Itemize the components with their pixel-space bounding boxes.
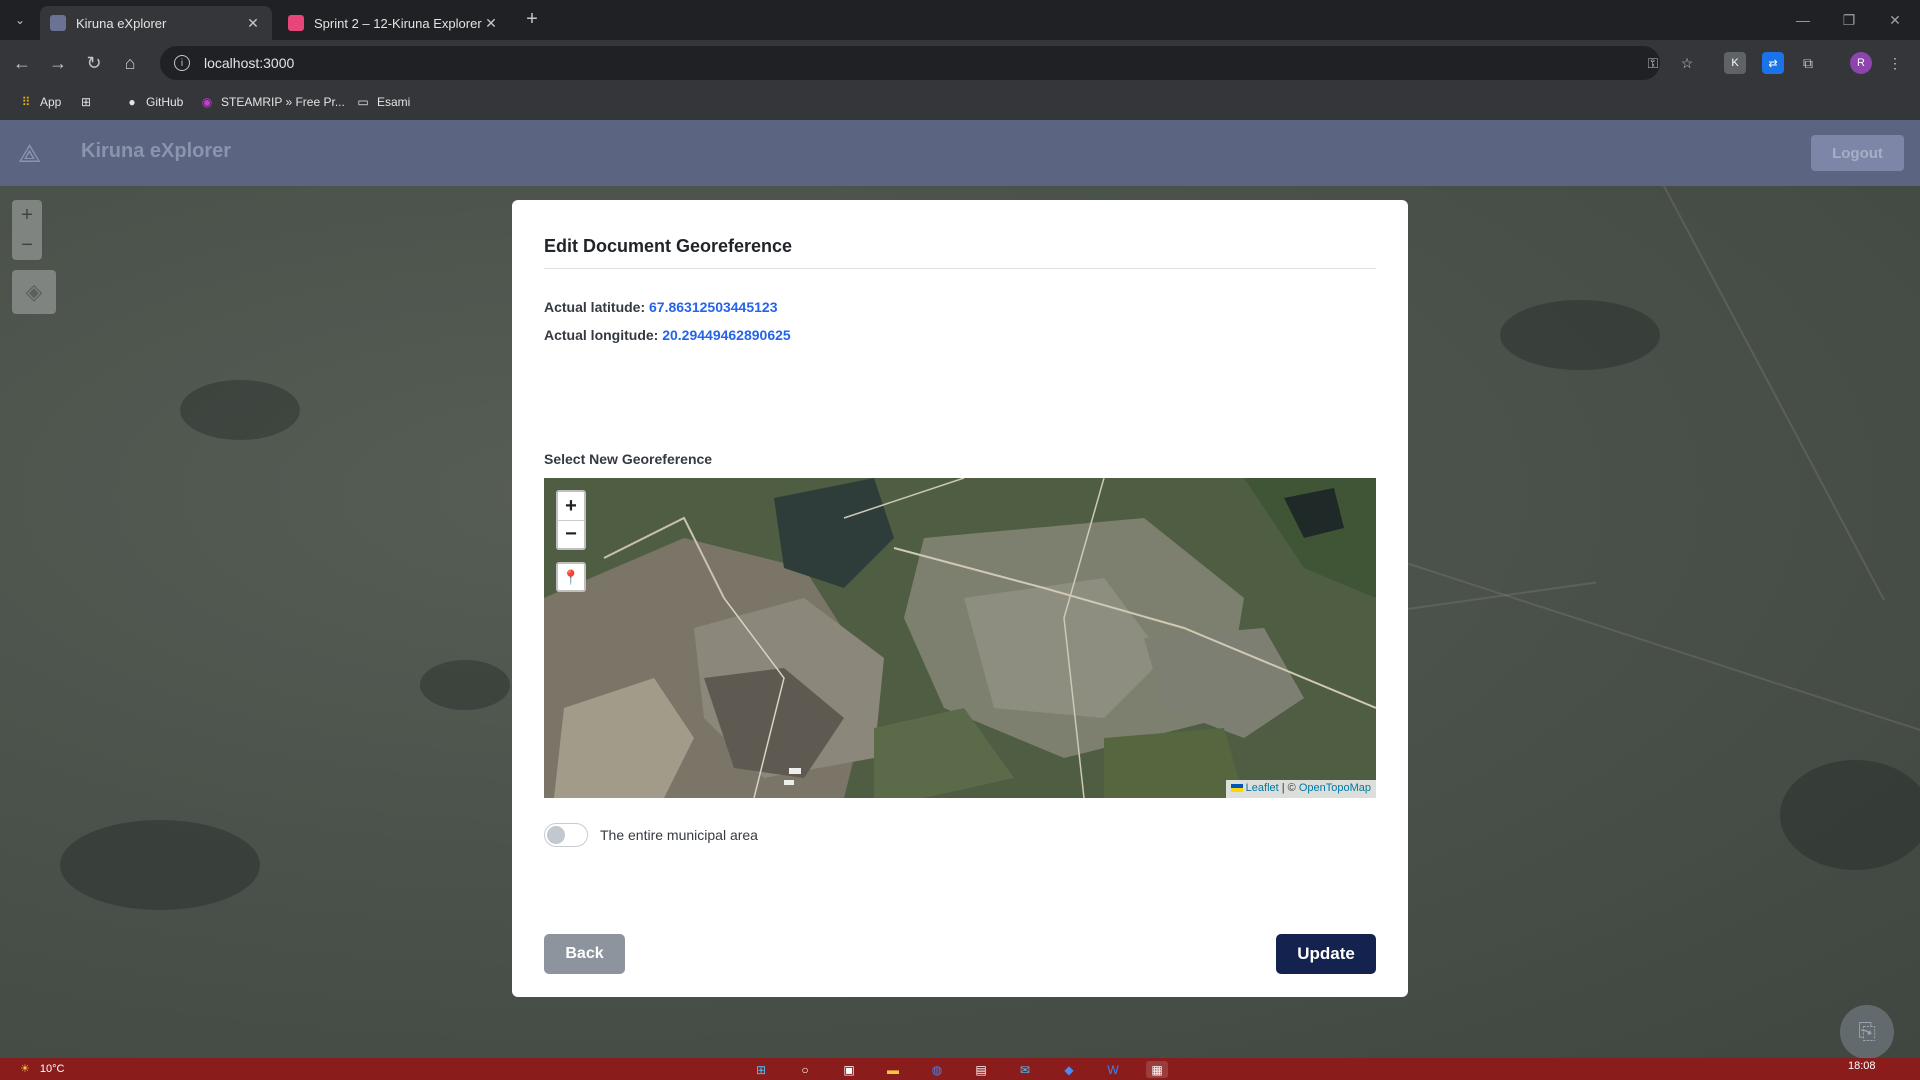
extension-translate-icon[interactable]: ⇄ <box>1762 52 1784 74</box>
new-tab-icon[interactable]: + <box>520 8 544 32</box>
map-zoom-control: + − <box>556 490 586 550</box>
bookmark-label: App <box>40 95 62 109</box>
close-tab-icon[interactable]: ✕ <box>244 15 262 32</box>
chrome-icon[interactable]: ◍ <box>926 1061 948 1078</box>
actual-longitude: Actual longitude: 20.29449462890625 <box>544 327 791 343</box>
word-icon[interactable]: W <box>1102 1061 1124 1078</box>
ukraine-flag-icon <box>1230 784 1243 793</box>
start-icon[interactable]: ⊞ <box>750 1061 772 1078</box>
municipal-area-toggle[interactable] <box>544 823 588 847</box>
municipal-area-label: The entire municipal area <box>600 827 758 843</box>
zoom-in-icon[interactable]: + <box>12 200 42 230</box>
windows-taskbar: ☀ 10°C ⊞ ○ ▣ ▬ ◍ ▤ ✉ ◆ W ▦ 18:08 <box>0 1058 1920 1080</box>
zoom-out-icon[interactable]: − <box>12 230 42 260</box>
toggle-knob <box>547 826 565 844</box>
figma-favicon-icon <box>288 15 304 31</box>
map-attribution: Leaflet | © OpenTopoMap <box>1225 780 1376 798</box>
tab-search-icon[interactable]: ⌄ <box>8 8 32 32</box>
modal-title: Edit Document Georeference <box>544 236 793 256</box>
map-marker-icon[interactable]: 📍 <box>556 562 586 592</box>
bookmark-label: GitHub <box>146 95 184 109</box>
back-button[interactable]: Back <box>544 934 625 974</box>
browser-tabstrip: ⌄ Kiruna eXplorer ✕ Sprint 2 – 12-Kiruna… <box>0 0 1920 40</box>
extensions-puzzle-icon[interactable]: ⧉ <box>1797 52 1819 74</box>
leaflet-link[interactable]: Leaflet <box>1246 782 1279 794</box>
address-bar[interactable]: i localhost:3000 <box>160 46 1660 80</box>
active-app-icon[interactable]: ▦ <box>1146 1061 1168 1078</box>
tab-kiruna-explorer[interactable]: Kiruna eXplorer ✕ <box>40 6 272 40</box>
reload-icon[interactable]: ↻ <box>79 48 109 78</box>
latitude-value: 67.86312503445123 <box>649 299 778 315</box>
home-icon[interactable]: ⌂ <box>115 48 145 78</box>
longitude-value: 20.29449462890625 <box>662 327 791 343</box>
background-zoom-control: + − <box>12 200 42 260</box>
back-arrow-icon[interactable]: ← <box>7 48 37 78</box>
profile-avatar[interactable]: R <box>1850 52 1872 74</box>
georeference-map[interactable]: + − 📍 Leaflet | © OpenTopoMap <box>544 478 1376 798</box>
file-explorer-icon[interactable]: ▬ <box>882 1061 904 1078</box>
actual-latitude: Actual latitude: 67.86312503445123 <box>544 299 777 315</box>
site-info-icon[interactable]: i <box>174 55 190 71</box>
weather-sun-icon: ☀ <box>20 1063 30 1075</box>
update-button[interactable]: Update <box>1276 934 1376 974</box>
temperature: 10°C <box>39 1062 65 1075</box>
store-icon[interactable]: ▤ <box>970 1061 992 1078</box>
map-zoom-out-button[interactable]: − <box>558 520 584 548</box>
tab-sprint-2[interactable]: Sprint 2 – 12-Kiruna Explorer Pr ✕ <box>278 6 510 40</box>
extension-k-icon[interactable]: K <box>1724 52 1746 74</box>
vscode-icon[interactable]: ◆ <box>1058 1061 1080 1078</box>
apps-grid-icon: ⠿ <box>21 95 31 109</box>
layers-icon[interactable]: ◈ <box>12 270 56 314</box>
forward-arrow-icon[interactable]: → <box>43 48 73 78</box>
bookmark-star-icon[interactable]: ☆ <box>1676 52 1698 74</box>
tab-groups-icon: ⊞ <box>80 95 92 109</box>
task-view-icon[interactable]: ▣ <box>838 1061 860 1078</box>
kiruna-favicon-icon <box>50 15 66 31</box>
map-zoom-in-button[interactable]: + <box>558 492 584 520</box>
modal-divider <box>544 268 1376 269</box>
clock[interactable]: 18:08 <box>1848 1060 1876 1072</box>
bookmarks-bar: ⠿ App ⊞ ● GitHub ◉ STEAMRIP » Free Pr...… <box>0 86 1920 120</box>
tab-title: Sprint 2 – 12-Kiruna Explorer Pr <box>314 15 482 31</box>
attribution-separator: | © <box>1278 782 1299 794</box>
bookmark-tab-groups[interactable]: ⊞ <box>78 94 94 110</box>
github-icon: ● <box>128 95 136 109</box>
bookmark-github[interactable]: ● GitHub <box>124 94 183 110</box>
app-title: Kiruna eXplorer <box>81 140 232 162</box>
longitude-label: Actual longitude: <box>544 327 659 343</box>
restore-icon[interactable]: ❐ <box>1826 0 1872 40</box>
select-georeference-label: Select New Georeference <box>544 451 713 467</box>
app-page: ⟁ Kiruna eXplorer Logout + − ◈ ⎘ Edit Do… <box>0 120 1920 1058</box>
folder-icon: ▭ <box>357 95 369 109</box>
edit-georeference-modal: Edit Document Georeference Actual latitu… <box>512 200 1408 997</box>
bookmark-steamrip[interactable]: ◉ STEAMRIP » Free Pr... <box>199 94 345 110</box>
kiruna-logo-icon: ⟁ <box>18 138 42 168</box>
bookmark-label: STEAMRIP » Free Pr... <box>221 95 345 109</box>
logout-button[interactable]: Logout <box>1811 135 1904 171</box>
bookmark-label: Esami <box>377 95 411 109</box>
latitude-label: Actual latitude: <box>544 299 646 315</box>
close-tab-icon[interactable]: ✕ <box>482 15 500 32</box>
search-icon[interactable]: ○ <box>794 1061 816 1078</box>
tab-title: Kiruna eXplorer <box>76 15 167 31</box>
password-key-icon[interactable]: ⚿ <box>1642 52 1664 74</box>
minimize-icon[interactable]: — <box>1780 0 1826 40</box>
close-window-icon[interactable]: ✕ <box>1872 0 1918 40</box>
app-header: ⟁ Kiruna eXplorer Logout <box>0 120 1920 186</box>
opentopomap-link[interactable]: OpenTopoMap <box>1299 782 1371 794</box>
browser-menu-icon[interactable]: ⋮ <box>1884 52 1906 74</box>
browser-toolbar: ← → ↻ ⌂ i localhost:3000 ⚿ ☆ K ⇄ ⧉ ⋮ <box>0 40 1920 86</box>
bookmark-app[interactable]: ⠿ App <box>18 94 62 110</box>
bookmark-esami[interactable]: ▭ Esami <box>355 94 410 110</box>
mail-icon[interactable]: ✉ <box>1014 1061 1036 1078</box>
satellite-imagery <box>544 478 1376 798</box>
add-document-icon[interactable]: ⎘ <box>1840 1005 1894 1058</box>
steamrip-icon: ◉ <box>201 95 213 109</box>
url-text: localhost:3000 <box>204 55 295 71</box>
weather-widget[interactable]: ☀ 10°C <box>20 1062 65 1076</box>
